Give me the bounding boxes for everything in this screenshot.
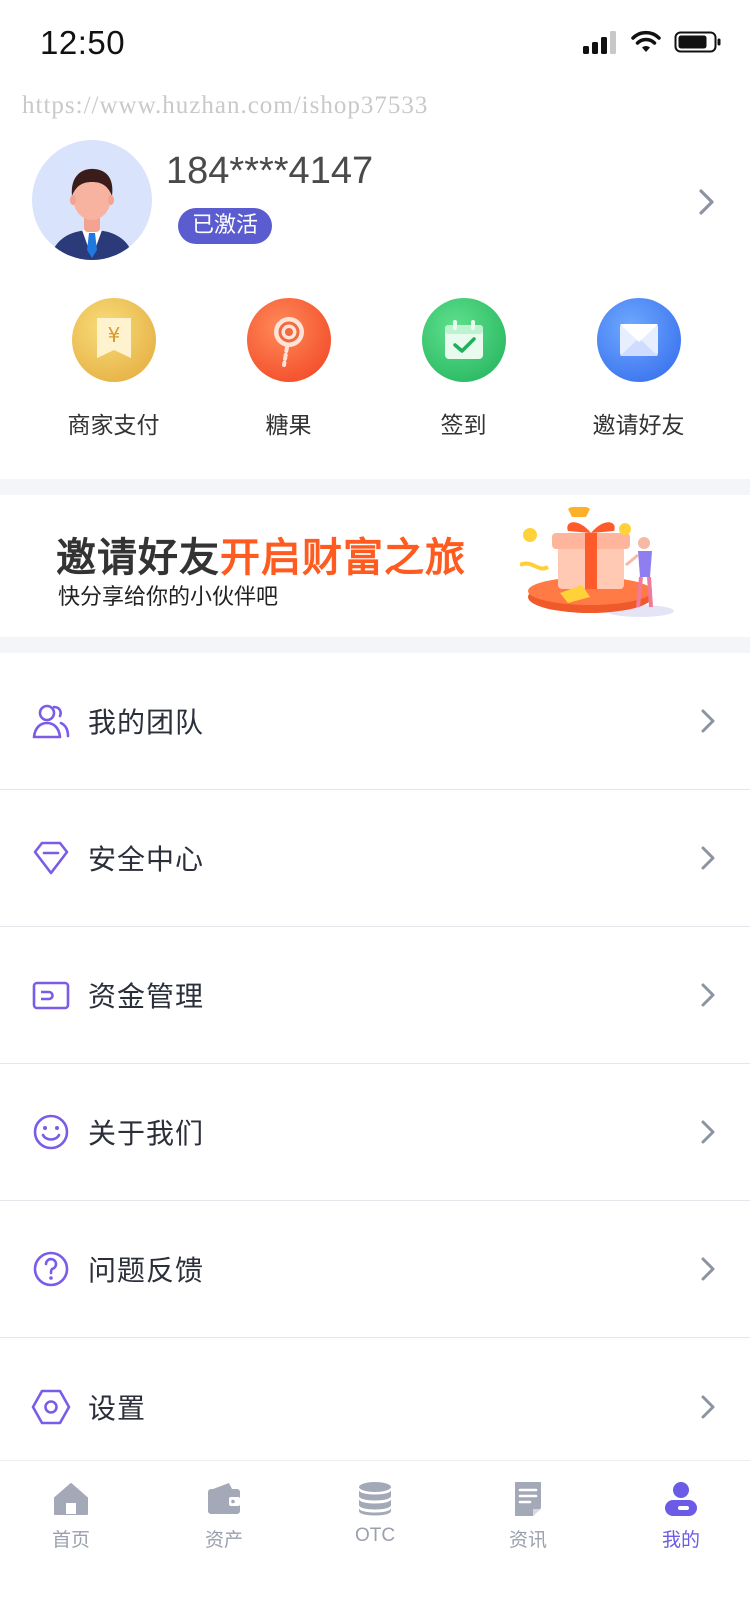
tab-label: 资讯 (508, 1530, 547, 1551)
menu-label: 设置 (88, 1391, 147, 1425)
chevron-right-icon[interactable] (698, 188, 716, 216)
chevron-right-icon (701, 1395, 715, 1418)
tab-otc[interactable]: OTC (320, 1481, 430, 1547)
banner-title-part2: 开启财富之旅 (220, 535, 466, 581)
quick-merchant-pay[interactable]: ¥ 商家支付 (26, 298, 201, 448)
status-time: 12:50 (40, 24, 126, 61)
menu-item-team[interactable]: 我的团队 (0, 653, 750, 790)
tab-news[interactable]: 资讯 (473, 1481, 583, 1552)
merchant-pay-icon: ¥ (71, 298, 156, 382)
candy-icon (246, 298, 331, 382)
status-bar: 12:50 (0, 0, 750, 90)
chevron-right-icon (701, 846, 715, 870)
invite-banner[interactable]: 邀请好友开启财富之旅 快分享给你的小伙伴吧 (0, 495, 750, 637)
quick-actions: ¥ 商家支付 糖果 签到 邀请好友 (0, 298, 750, 448)
signal-icon (583, 31, 616, 54)
wallet-icon (32, 981, 70, 1010)
tab-assets[interactable]: 资产 (169, 1481, 279, 1552)
menu-item-security[interactable]: 安全中心 (0, 790, 750, 927)
bottom-tab-bar: 首页 资产 OTC 资讯 我的 (0, 1460, 750, 1624)
diamond-shield-icon (33, 841, 69, 875)
chevron-right-icon (701, 1120, 715, 1144)
tab-label: 我的 (661, 1530, 700, 1551)
team-icon (32, 704, 70, 739)
tab-mine[interactable]: 我的 (626, 1481, 736, 1552)
checkin-calendar-icon (421, 298, 506, 382)
tab-label: OTC (354, 1525, 396, 1546)
menu-label: 安全中心 (88, 843, 205, 876)
question-icon (33, 1251, 69, 1287)
menu-item-feedback[interactable]: 问题反馈 (0, 1201, 750, 1338)
avatar-person-icon (50, 168, 134, 260)
quick-candy[interactable]: 糖果 (201, 298, 376, 448)
wifi-icon (631, 30, 661, 52)
menu-label: 我的团队 (88, 706, 205, 739)
svg-text:¥: ¥ (107, 323, 120, 347)
news-icon (515, 1482, 541, 1516)
user-phone: 184****4147 (166, 150, 374, 192)
user-icon (665, 1482, 697, 1516)
chevron-right-icon (701, 983, 715, 1007)
chevron-right-icon (701, 709, 715, 733)
section-divider (0, 479, 750, 495)
settings-menu: 我的团队 安全中心 资金管理 关于我们 问题反馈 设置 (0, 653, 750, 1475)
coins-icon (359, 1482, 391, 1516)
quick-label: 邀请好友 (592, 413, 685, 439)
quick-label: 商家支付 (67, 413, 160, 439)
banner-title: 邀请好友开启财富之旅 (56, 525, 466, 583)
gift-box-illustration (520, 507, 674, 617)
status-badge: 已激活 (178, 208, 273, 244)
menu-label: 关于我们 (88, 1117, 205, 1150)
quick-label: 糖果 (265, 413, 312, 439)
watermark: https://www.huzhan.com/ishop37533 (22, 92, 429, 119)
tab-label: 资产 (204, 1530, 243, 1551)
menu-item-funds[interactable]: 资金管理 (0, 927, 750, 1064)
menu-label: 资金管理 (88, 980, 205, 1013)
chevron-right-icon (701, 1257, 715, 1281)
quick-checkin[interactable]: 签到 (376, 298, 551, 448)
section-divider (0, 637, 750, 653)
battery-icon (674, 31, 721, 53)
menu-item-settings[interactable]: 设置 (0, 1338, 750, 1475)
status-icons (582, 30, 722, 54)
smile-icon (33, 1114, 69, 1150)
tab-label: 首页 (51, 1530, 90, 1551)
settings-hex-icon (31, 1389, 71, 1424)
tab-home[interactable]: 首页 (16, 1481, 126, 1552)
quick-label: 签到 (440, 413, 487, 439)
menu-label: 问题反馈 (88, 1254, 205, 1287)
avatar[interactable] (32, 140, 152, 260)
banner-title-part1: 邀请好友 (56, 535, 220, 581)
home-icon (54, 1483, 88, 1515)
quick-invite[interactable]: 邀请好友 (551, 298, 726, 448)
profile-card[interactable]: 184****4147 已激活 (0, 138, 750, 263)
wallet-tab-icon (208, 1483, 240, 1514)
menu-item-about[interactable]: 关于我们 (0, 1064, 750, 1201)
invite-envelope-icon (596, 298, 681, 382)
banner-subtitle: 快分享给你的小伙伴吧 (58, 585, 279, 610)
